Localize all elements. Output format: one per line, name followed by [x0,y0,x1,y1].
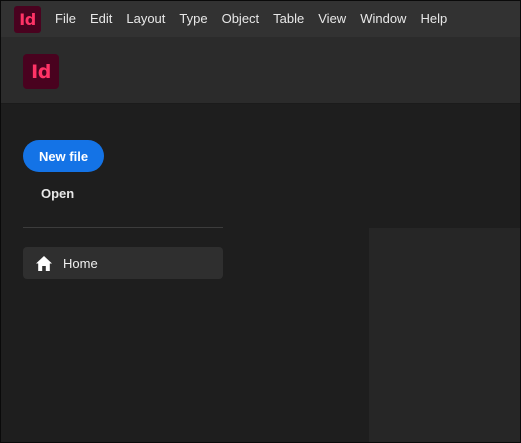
menu-table[interactable]: Table [266,1,311,37]
home-header: Id [1,37,520,104]
app-logo-icon[interactable]: Id [14,5,41,33]
menu-view[interactable]: View [311,1,353,37]
sidebar-item-home[interactable]: Home [23,247,223,279]
sidebar-item-label: Home [63,255,98,271]
menu-object[interactable]: Object [215,1,267,37]
home-icon [35,254,53,272]
menu-layout[interactable]: Layout [119,1,172,37]
new-file-button[interactable]: New file [23,140,104,172]
menu-window[interactable]: Window [353,1,413,37]
menu-type[interactable]: Type [172,1,214,37]
sidebar-divider [23,227,223,228]
menu-edit[interactable]: Edit [83,1,119,37]
open-button[interactable]: Open [41,186,74,201]
home-sidebar: New file Open Home [1,104,241,442]
menu-file[interactable]: File [48,1,83,37]
app-window: Id File Edit Layout Type Object Table Vi… [0,0,521,443]
menu-bar: Id File Edit Layout Type Object Table Vi… [1,1,520,37]
content-panel [369,228,520,442]
menu-help[interactable]: Help [413,1,454,37]
main-content [241,104,520,442]
home-app-logo-icon: Id [23,54,59,89]
menu-items: File Edit Layout Type Object Table View … [48,1,454,37]
